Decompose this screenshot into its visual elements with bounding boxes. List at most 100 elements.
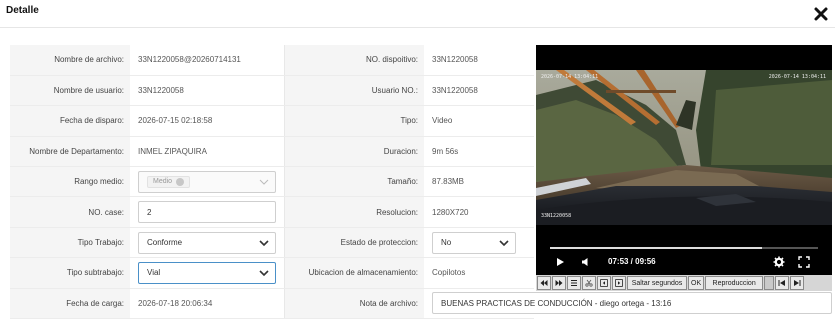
value-storage: Copilotos (424, 257, 534, 289)
video-frame-image (536, 70, 832, 225)
value-filename: 33N1220058@20260714131 (130, 45, 284, 76)
file-note-value: BUENAS PRACTICAS DE CONDUCCIÓN - diego o… (441, 298, 672, 308)
chevron-down-icon (499, 239, 509, 246)
form-row: Fecha de disparo: 2026-07-15 02:18:58 Ti… (10, 105, 534, 137)
value-department: INMEL ZIPAQUIRA (130, 136, 284, 168)
next-segment-button[interactable] (790, 276, 805, 290)
value-user-no: 33N1220058 (424, 75, 534, 107)
work-type-value: Conforme (147, 238, 183, 248)
range-chip-label: Medio (153, 178, 173, 186)
settings-gear-icon[interactable] (773, 256, 785, 268)
close-icon[interactable] (813, 6, 829, 22)
seek-bar-progress (550, 247, 762, 249)
range-select: Medio (138, 170, 276, 193)
video-frame (536, 70, 832, 225)
toolbar-spacer (764, 276, 775, 290)
form-row: NO. case: 2 Resolucion: 1280X720 (10, 196, 534, 228)
chevron-down-icon (259, 179, 268, 185)
label-subwork-type: Tipo subtrabajo: (10, 257, 130, 289)
label-case-no: NO. case: (10, 196, 130, 228)
subwork-type-select[interactable]: Vial (138, 261, 276, 284)
dialog-header: Detalle (0, 0, 835, 28)
form-row: Fecha de carga: 2026-07-18 20:06:34 Nota… (10, 288, 832, 320)
step-back-icon (600, 279, 608, 287)
ok-button[interactable]: OK (688, 276, 705, 290)
volume-icon[interactable] (580, 256, 592, 268)
fast-forward-button[interactable] (552, 276, 566, 290)
osd-timestamp-left: 2026-07-14 13:04:11 (541, 74, 599, 80)
label-device-no: NO. dispoitivo: (283, 45, 424, 76)
range-chip: Medio (147, 175, 191, 188)
form-row: Rango medio: Medio Tamaño: 87.83MB (10, 166, 534, 198)
player-toolbar: Saltar segundos OK Reproduccion (536, 275, 832, 291)
label-filename: Nombre de archivo: (10, 45, 130, 76)
dialog-title: Detalle (6, 5, 39, 16)
fast-forward-icon (555, 280, 563, 286)
list-button[interactable] (567, 276, 581, 290)
value-upload-date: 2026-07-18 20:06:34 (130, 288, 284, 320)
playback-button[interactable]: Reproduccion (705, 276, 764, 290)
case-no-value: 2 (147, 207, 152, 217)
fullscreen-icon[interactable] (798, 256, 810, 268)
label-user-no: Usuario NO.: (283, 75, 424, 107)
scissors-icon (585, 279, 593, 287)
label-storage: Ubicacion de almacenamiento: (283, 257, 424, 289)
value-resolution: 1280X720 (424, 196, 534, 228)
value-size: 87.83MB (424, 166, 534, 198)
rewind-button[interactable] (537, 276, 551, 290)
step-forward-icon (615, 279, 623, 287)
chevron-down-icon (258, 270, 269, 277)
label-range: Rango medio: (10, 166, 130, 198)
value-trigger-date: 2026-07-15 02:18:58 (130, 105, 284, 137)
form-row: Tipo Trabajo: Conforme Estado de protecc… (10, 227, 534, 259)
form-row: Nombre de usuario: 33N1220058 Usuario NO… (10, 75, 534, 107)
protection-value: No (441, 238, 452, 248)
label-resolution: Resolucion: (283, 196, 424, 228)
label-username: Nombre de usuario: (10, 75, 130, 107)
range-cell: Medio (130, 166, 284, 198)
label-work-type: Tipo Trabajo: (10, 227, 130, 259)
chip-remove-icon (176, 177, 185, 186)
subwork-type-cell: Vial (130, 257, 284, 289)
osd-timestamp-right: 2026-07-14 13:04:11 (768, 74, 826, 80)
skip-end-icon (794, 280, 801, 286)
value-duration: 9m 56s (424, 136, 534, 168)
skip-seconds-button[interactable]: Saltar segundos (627, 276, 687, 290)
label-file-note: Nota de archivo: (283, 288, 424, 320)
value-type: Video (424, 105, 534, 137)
label-department: Nombre de Departamento: (10, 136, 130, 168)
value-device-no: 33N1220058 (424, 45, 534, 76)
file-note-cell: BUENAS PRACTICAS DE CONDUCCIÓN - diego o… (424, 288, 832, 320)
rewind-icon (540, 280, 548, 286)
cut-button[interactable] (582, 276, 596, 290)
work-type-select[interactable]: Conforme (138, 231, 276, 254)
label-upload-date: Fecha de carga: (10, 288, 130, 320)
step-back-button[interactable] (597, 276, 611, 290)
form-row: Nombre de archivo: 33N1220058@2026071413… (10, 45, 534, 76)
value-username: 33N1220058 (130, 75, 284, 107)
step-forward-button[interactable] (612, 276, 626, 290)
form-row: Tipo subtrabajo: Vial Ubicacion de almac… (10, 257, 534, 289)
file-note-input[interactable]: BUENAS PRACTICAS DE CONDUCCIÓN - diego o… (432, 292, 832, 315)
video-player[interactable]: 2026-07-14 13:04:11 2026-07-14 13:04:11 … (536, 45, 832, 291)
work-type-cell: Conforme (130, 227, 284, 259)
form-row: Nombre de Departamento: INMEL ZIPAQUIRA … (10, 136, 534, 168)
play-icon[interactable] (554, 256, 566, 268)
chevron-down-icon (258, 239, 269, 246)
label-duration: Duracion: (283, 136, 424, 168)
label-size: Tamaño: (283, 166, 424, 198)
case-cell: 2 (130, 196, 284, 228)
label-type: Tipo: (283, 105, 424, 137)
subwork-type-value: Vial (147, 268, 161, 278)
prev-segment-button[interactable] (775, 276, 790, 290)
seek-bar[interactable] (550, 247, 818, 249)
protection-select[interactable]: No (432, 231, 516, 254)
protection-cell: No (424, 227, 534, 259)
osd-device-id: 33N1220058 (541, 213, 572, 219)
label-protection: Estado de proteccion: (283, 227, 424, 259)
case-no-input[interactable]: 2 (138, 201, 276, 224)
skip-start-icon (778, 280, 786, 286)
list-icon (571, 280, 577, 286)
time-display: 07:53 / 09:56 (608, 257, 656, 266)
detail-form: Nombre de archivo: 33N1220058@2026071413… (10, 45, 832, 320)
